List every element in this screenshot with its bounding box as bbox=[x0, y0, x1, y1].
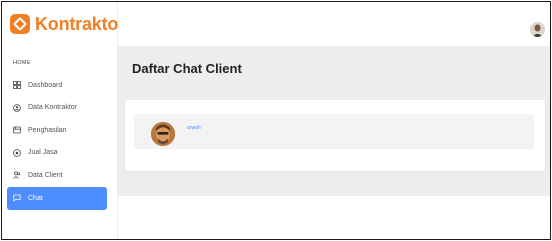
sidebar-item-data-kontraktor[interactable]: Data Kontraktor bbox=[7, 97, 107, 120]
sidebar-item-label: Penghasilan bbox=[28, 126, 67, 134]
sidebar-item-label: Jual Jasa bbox=[28, 149, 58, 157]
sidebar-item-jual-jasa[interactable]: Jual Jasa bbox=[7, 142, 107, 165]
app-window: Kontraktor HOME Dashboard Data Kontrakto… bbox=[1, 1, 551, 240]
brand-logo-icon bbox=[10, 14, 30, 34]
chat-client-name: arwah bbox=[187, 125, 201, 131]
income-icon bbox=[13, 126, 21, 134]
chat-icon bbox=[13, 194, 21, 202]
page-title: Daftar Chat Client bbox=[132, 61, 242, 76]
users-icon bbox=[13, 171, 21, 179]
client-avatar bbox=[151, 122, 175, 146]
chat-list-item[interactable]: arwah bbox=[134, 114, 534, 149]
sidebar-item-dashboard[interactable]: Dashboard bbox=[7, 74, 107, 97]
chat-list-card: arwah bbox=[125, 100, 545, 171]
sidebar-nav: Dashboard Data Kontraktor Penghasilan Ju… bbox=[7, 74, 107, 210]
user-avatar[interactable] bbox=[530, 22, 545, 37]
service-icon bbox=[13, 148, 21, 157]
sidebar-item-data-client[interactable]: Data Client bbox=[7, 164, 107, 187]
nav-section-label: HOME bbox=[13, 60, 31, 66]
sidebar-item-label: Data Kontraktor bbox=[28, 104, 78, 112]
sidebar-item-penghasilan[interactable]: Penghasilan bbox=[7, 119, 107, 142]
sidebar: Kontraktor HOME Dashboard Data Kontrakto… bbox=[2, 2, 125, 239]
sidebar-item-chat[interactable]: Chat bbox=[7, 186, 107, 210]
sidebar-item-label: Data Client bbox=[28, 171, 63, 179]
sidebar-item-label: Dashboard bbox=[28, 81, 63, 89]
dashboard-icon bbox=[13, 81, 21, 90]
main-content: Daftar Chat Client arwah bbox=[118, 46, 550, 196]
sidebar-item-label: Chat bbox=[28, 194, 43, 202]
top-bar bbox=[118, 2, 550, 46]
contractor-icon bbox=[13, 103, 21, 112]
brand[interactable]: Kontraktor bbox=[10, 12, 125, 36]
brand-name: Kontraktor bbox=[35, 13, 126, 34]
